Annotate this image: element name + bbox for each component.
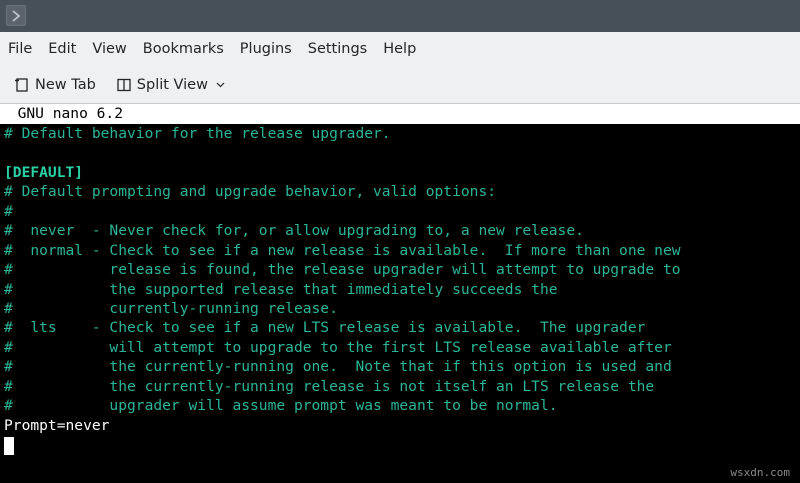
buffer-line: # Default behavior for the release upgra… [4,125,391,142]
toolbar: New Tab Split View [0,66,800,104]
menu-bookmarks[interactable]: Bookmarks [135,32,232,66]
split-view-label: Split View [136,76,208,93]
text-cursor [4,437,14,455]
buffer-line: # the supported release that immediately… [4,280,558,298]
new-tab-icon [14,77,30,93]
buffer-line: # never - Never check for, or allow upgr… [4,222,584,240]
split-view-button[interactable]: Split View [110,70,231,100]
window-titlebar [0,0,800,32]
split-view-icon [116,77,132,93]
menu-view[interactable]: View [84,32,134,66]
menu-plugins[interactable]: Plugins [232,32,300,66]
buffer-line: # Default prompting and upgrade behavior… [4,183,497,201]
menu-help[interactable]: Help [375,32,424,66]
watermark: wsxdn.com [730,466,790,479]
buffer-line [4,143,681,162]
nano-header: GNU nano 6.2 [0,104,800,124]
chevron-down-icon [216,82,225,88]
buffer-line-setting: Prompt=never [4,416,110,434]
buffer-line: # upgrader will assume prompt was meant … [4,397,558,415]
new-tab-label: New Tab [35,76,96,93]
terminal-chevron-icon[interactable] [6,5,26,26]
menubar: File Edit View Bookmarks Plugins Setting… [0,32,800,66]
buffer-line: # normal - Check to see if a new release… [4,241,681,259]
buffer-line: # lts - Check to see if a new LTS releas… [4,319,646,337]
buffer-line: # release is found, the release upgrader… [4,261,681,279]
menu-edit[interactable]: Edit [40,32,84,66]
buffer-line: # the currently-running release is not i… [4,377,655,395]
terminal-area[interactable]: GNU nano 6.2 # Default behavior for the … [0,104,800,483]
buffer-line: # currently-running release. [4,299,338,317]
nano-buffer[interactable]: # Default behavior for the release upgra… [4,124,681,435]
menu-settings[interactable]: Settings [300,32,375,66]
buffer-line-section: [DEFAULT] [4,163,84,181]
buffer-line: # will attempt to upgrade to the first L… [4,338,672,356]
menu-file[interactable]: File [0,32,40,66]
buffer-line: # [4,202,13,220]
buffer-line: # the currently-running one. Note that i… [4,358,672,376]
new-tab-button[interactable]: New Tab [8,70,102,100]
